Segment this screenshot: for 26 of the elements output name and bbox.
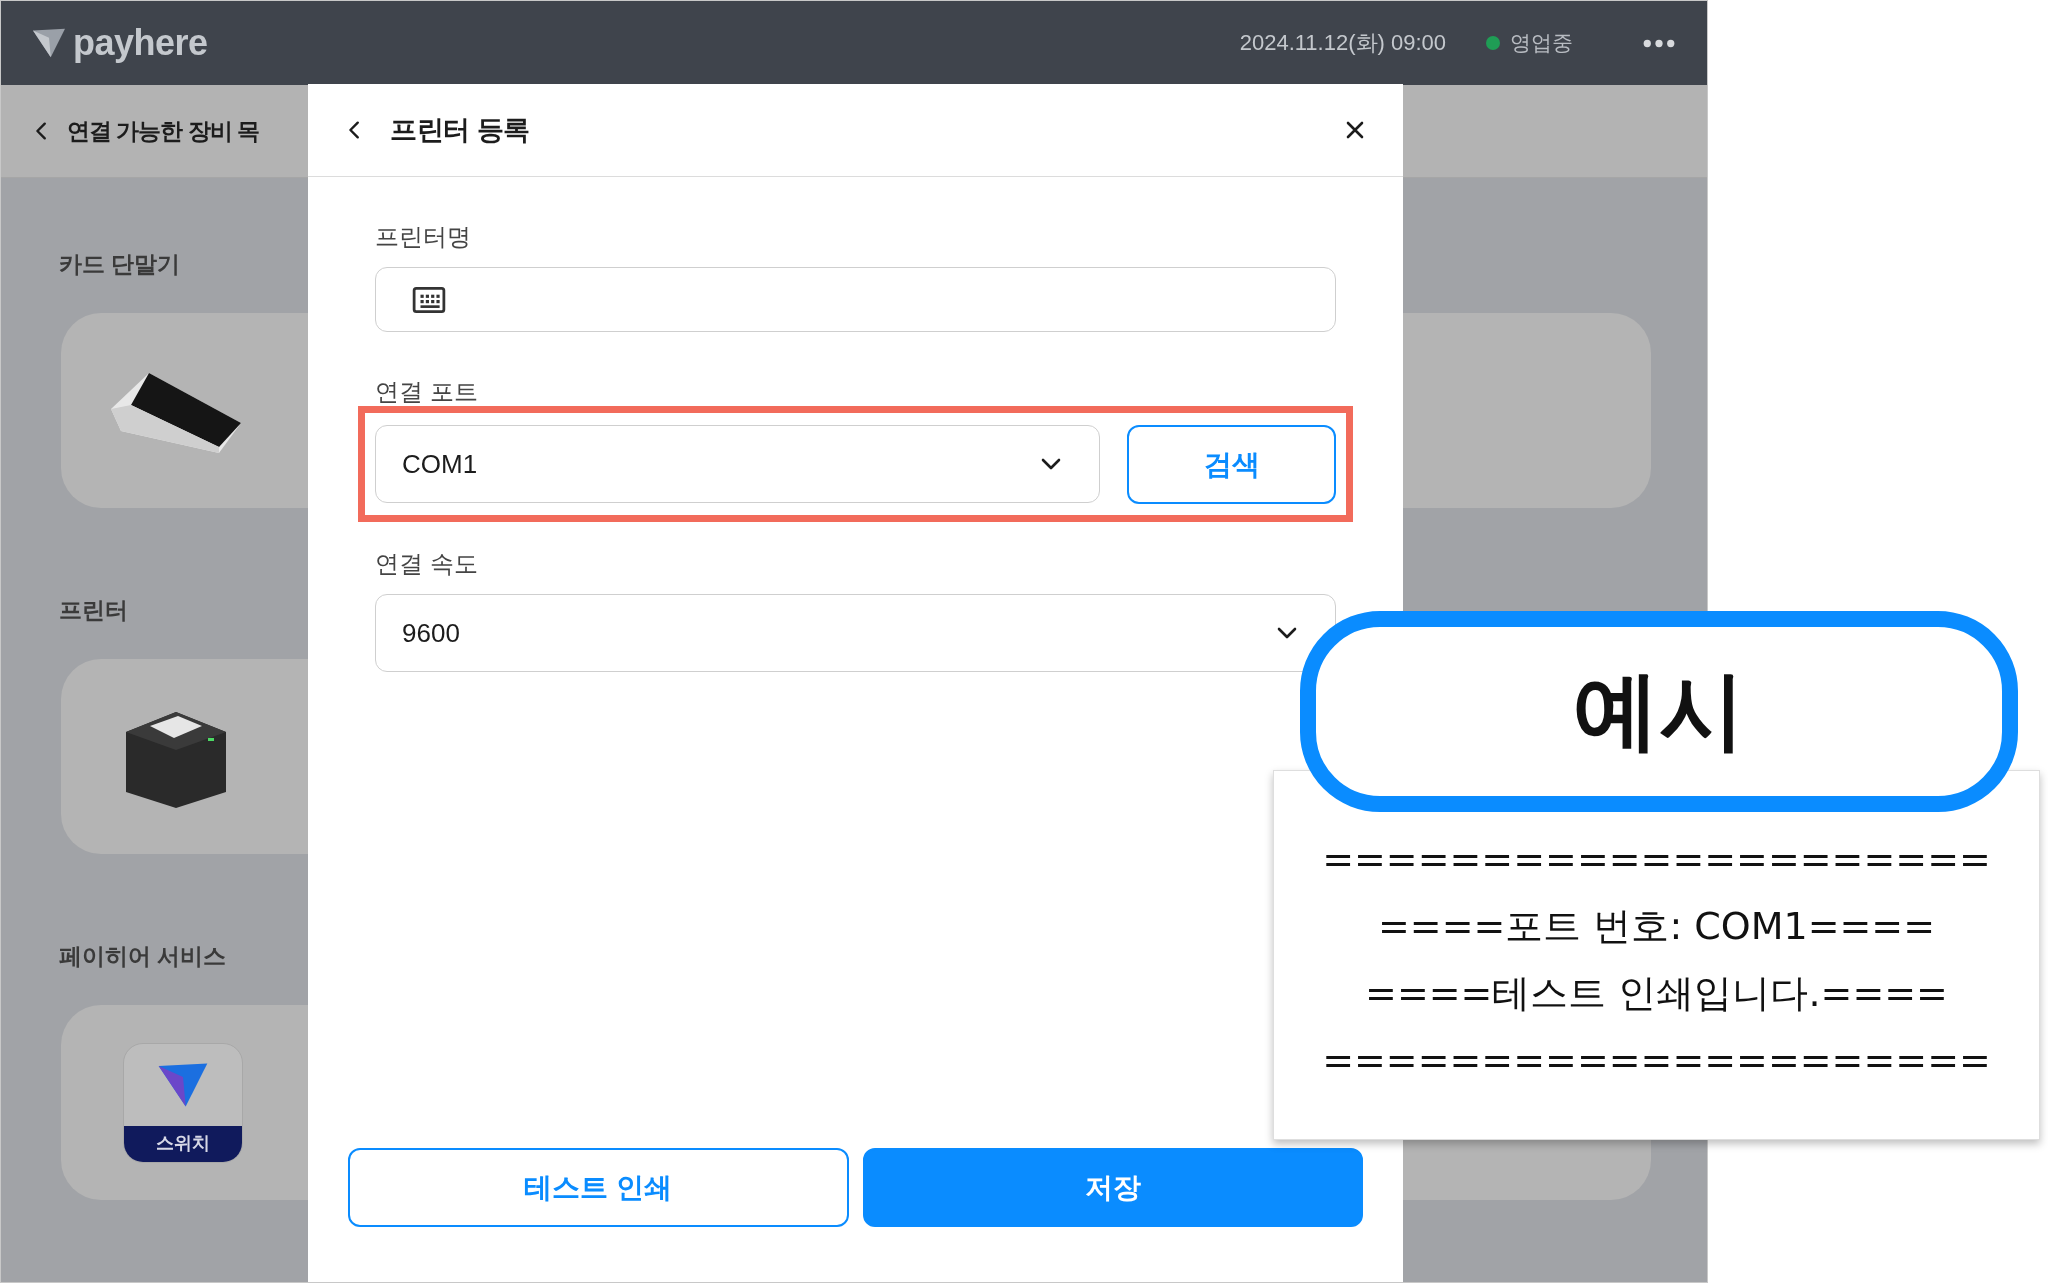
section-title: 페이히어 서비스 [59,942,228,971]
example-title-tooltip: 예시 [1300,611,2018,812]
field-label: 연결 포트 [375,377,479,406]
status-dot [1486,36,1500,50]
section-title: 프린터 [59,596,129,625]
field-label: 연결 속도 [375,549,479,578]
app-icon-label: 스위치 [124,1125,242,1162]
keyboard-icon[interactable] [412,285,446,314]
receipt-line: ===================== [1322,836,1991,883]
more-icon[interactable] [1643,38,1675,48]
receipt-line: ====포트 번호: COM1==== [1377,903,1936,950]
receipt-line: ===================== [1322,1037,1991,1084]
date-time: 2024.11.12(화) 09:00 [1239,29,1446,57]
logo-icon [31,27,67,59]
section-title: 카드 단말기 [59,250,182,279]
receipt-line: ====테스트 인쇄입니다.==== [1365,970,1948,1017]
field-label: 프린터명 [375,222,472,251]
text-input[interactable] [375,267,1336,332]
logo-text: payhere [73,22,208,64]
dropdown[interactable]: COM1 [375,425,1100,503]
modal-title: 프린터 등록 [390,114,531,147]
search-button[interactable]: 검색 [1127,425,1336,504]
status-label: 영업중 [1510,30,1573,56]
page-title: 연결 가능한 장비 목 [67,116,260,146]
save-button[interactable]: 저장 [862,1148,1363,1227]
test-print-button[interactable]: 테스트 인쇄 [348,1148,849,1227]
